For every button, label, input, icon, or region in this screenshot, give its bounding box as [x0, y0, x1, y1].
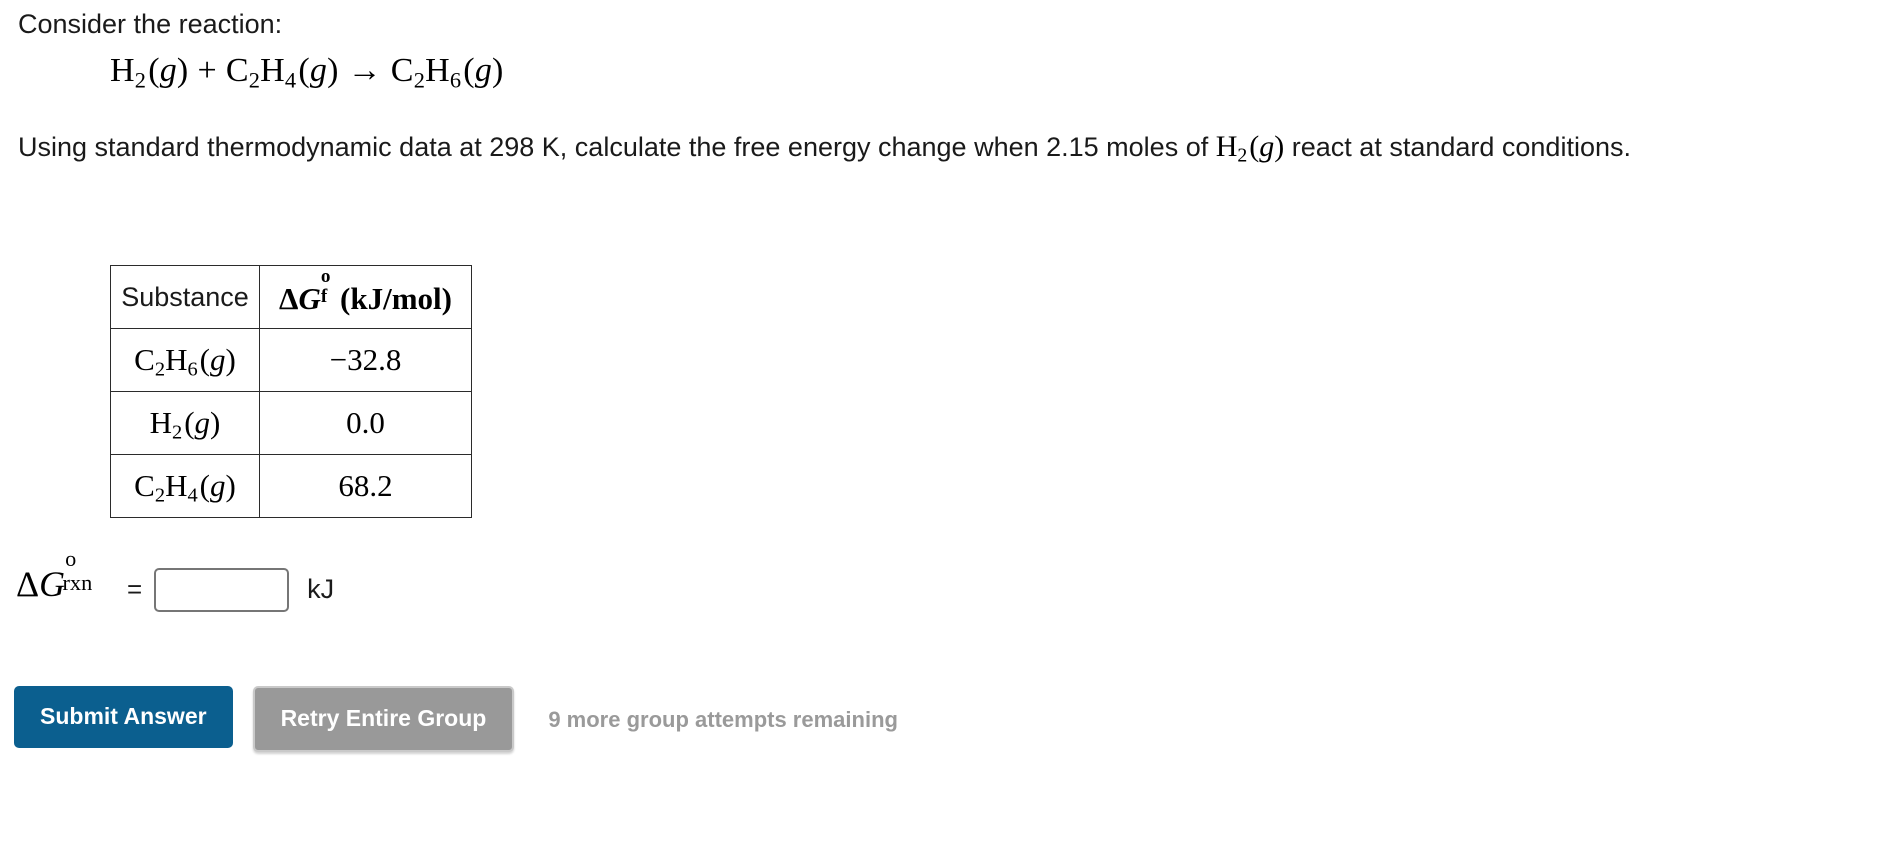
- inline-hydrogen-species: H2(g): [1215, 130, 1285, 167]
- substance-cell: C2H6(g): [110, 328, 260, 392]
- attempts-remaining-text: 9 more group attempts remaining: [548, 707, 898, 732]
- value-cell: −32.8: [259, 328, 472, 392]
- value-cell: 68.2: [259, 454, 472, 518]
- submit-answer-button[interactable]: Submit Answer: [14, 686, 233, 748]
- action-button-row: Submit Answer Retry Entire Group 9 more …: [14, 686, 898, 752]
- table-header-row: Substance ΔG o f (kJ/mol): [110, 265, 472, 329]
- reactant-1: H2(g): [110, 52, 189, 93]
- header-substance: Substance: [110, 265, 260, 329]
- retry-entire-group-button[interactable]: Retry Entire Group: [252, 686, 515, 752]
- reactant-2: C2H4(g): [225, 52, 339, 93]
- answer-row: ΔG o rxn = kJ: [16, 546, 335, 619]
- reaction-equation: H2(g) + C2H4(g) → C2H6(g): [110, 52, 504, 93]
- answer-input[interactable]: [154, 567, 290, 612]
- substance-cell: H2(g): [110, 391, 260, 455]
- answer-unit: kJ: [307, 574, 335, 604]
- header-delta-g: ΔG o f (kJ/mol): [259, 265, 472, 329]
- product-1: C2H6(g): [390, 52, 504, 93]
- thermodynamic-data-table: Substance ΔGof(kJ/mol) C2H6(g) −32.8: [110, 265, 472, 518]
- plus-operator: +: [197, 52, 217, 89]
- table-row: C2H4(g) 68.2: [110, 454, 472, 518]
- table-row: C2H6(g) −32.8: [110, 328, 472, 392]
- problem-page: Consider the reaction: H2(g) + C2H4(g) → C2H…: [0, 0, 1886, 846]
- reaction-arrow: →: [347, 52, 382, 89]
- delta-g-rxn-label: ΔG o rxn: [16, 546, 93, 604]
- value-cell: 0.0: [259, 391, 472, 455]
- question-part-1: Using standard thermodynamic data at 298…: [18, 132, 1216, 162]
- question-part-2: react at standard conditions.: [1284, 132, 1631, 162]
- intro-text: Consider the reaction:: [18, 9, 283, 39]
- substance-cell: C2H4(g): [110, 454, 260, 518]
- equals-sign: =: [126, 574, 143, 604]
- table-row: H2(g) 0.0: [110, 391, 472, 455]
- question-text: Using standard thermodynamic data at 298…: [18, 126, 1818, 167]
- table-body: C2H6(g) −32.8 H2(g) 0.0 C2H4(g) 68.2: [110, 328, 472, 518]
